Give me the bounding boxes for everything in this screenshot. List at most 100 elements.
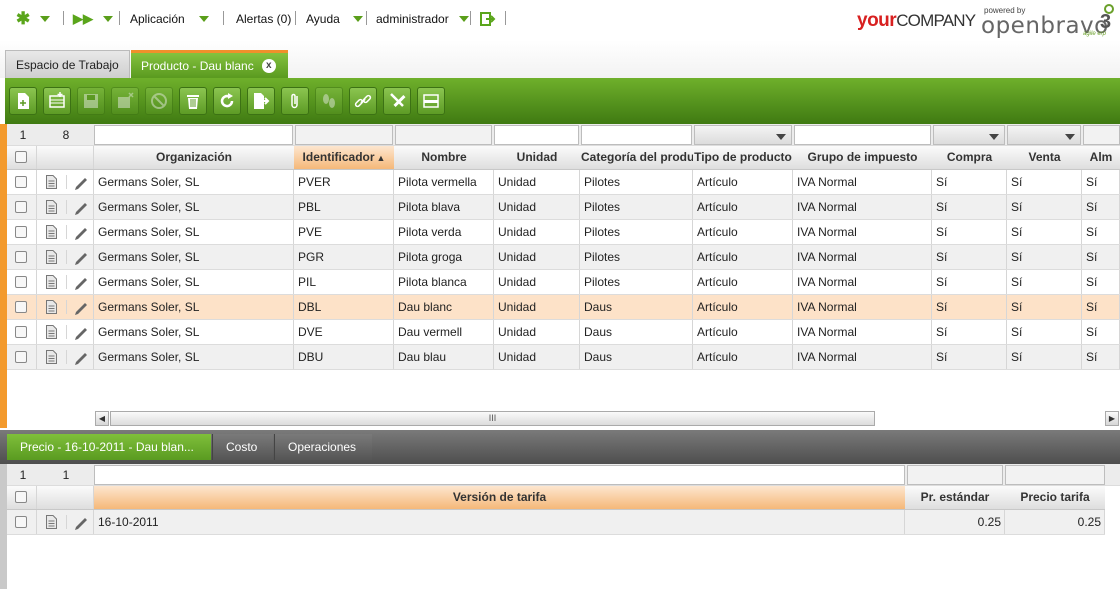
audit-trail-button[interactable] xyxy=(315,87,343,115)
new-document-button[interactable] xyxy=(9,87,37,115)
filter-precio-tarifa-input[interactable] xyxy=(1005,465,1105,485)
table-row[interactable]: Germans Soler, SL PIL Pilota blanca Unidad P… xyxy=(7,270,1120,295)
filter-pr-estandar-input[interactable] xyxy=(907,465,1003,485)
new-row-button[interactable] xyxy=(43,87,71,115)
workspace-menu-button[interactable]: ✱ xyxy=(16,9,51,28)
row-checkbox[interactable] xyxy=(15,276,27,288)
filter-grupo-impuesto-input[interactable] xyxy=(794,125,931,145)
row-checkbox[interactable] xyxy=(15,251,27,263)
new-document-icon xyxy=(18,93,29,109)
tab-precio[interactable]: Precio - 16-10-2011 - Dau blan... xyxy=(7,434,211,460)
filter-tipo-producto-select[interactable] xyxy=(694,125,792,145)
logout-button[interactable] xyxy=(480,10,496,28)
table-row[interactable]: Germans Soler, SL PVER Pilota vermella Unid… xyxy=(7,170,1120,195)
cell-nombre: Pilota groga xyxy=(398,250,463,264)
filter-venta-select[interactable] xyxy=(1007,125,1081,145)
table-row[interactable]: 16-10-2011 0.25 0.25 xyxy=(7,510,1105,535)
cell-identificador: DBL xyxy=(298,300,322,314)
filter-row: 1 8 xyxy=(7,124,1120,146)
scroll-left-icon[interactable]: ◀ xyxy=(95,411,109,426)
table-row[interactable]: Germans Soler, SL DBU Dau blau Unidad Daus Ar… xyxy=(7,345,1120,370)
close-tab-icon[interactable]: x xyxy=(261,58,276,73)
edit-pencil-icon[interactable] xyxy=(73,514,89,530)
row-checkbox[interactable] xyxy=(15,301,27,313)
fast-forward-icon: ▶▶ xyxy=(73,11,93,26)
open-record-icon[interactable] xyxy=(46,250,57,264)
open-record-icon[interactable] xyxy=(46,275,57,289)
link-button[interactable] xyxy=(349,87,377,115)
filter-nombre-input[interactable] xyxy=(395,125,492,145)
horizontal-scrollbar[interactable]: ◀ III ▶ xyxy=(95,411,1120,426)
tab-costo[interactable]: Costo xyxy=(212,434,273,460)
refresh-button[interactable] xyxy=(213,87,241,115)
table-row[interactable]: Germans Soler, SL PGR Pilota groga Unidad Pi… xyxy=(7,245,1120,270)
scrollbar-thumb[interactable]: III xyxy=(110,411,875,426)
quick-launch-button[interactable]: ▶▶ xyxy=(73,10,113,28)
column-header-alm[interactable]: Alm xyxy=(1082,146,1120,169)
tab-product[interactable]: Producto - Dau blanc x xyxy=(131,50,288,78)
open-record-icon[interactable] xyxy=(46,225,57,239)
table-row[interactable]: Germans Soler, SL DBL Dau blanc Unidad Daus A… xyxy=(7,295,1120,320)
export-button[interactable] xyxy=(247,87,275,115)
alerts-link[interactable]: Alertas (0) xyxy=(236,10,291,28)
filter-version-tarifa-input[interactable] xyxy=(94,465,905,485)
edit-pencil-icon[interactable] xyxy=(73,199,89,215)
row-checkbox[interactable] xyxy=(15,226,27,238)
row-checkbox[interactable] xyxy=(15,326,27,338)
table-row[interactable]: Germans Soler, SL PVE Pilota verda Unidad Pi… xyxy=(7,220,1120,245)
column-header-nombre[interactable]: Nombre xyxy=(394,146,494,169)
edit-pencil-icon[interactable] xyxy=(73,324,89,340)
save-button[interactable] xyxy=(77,87,105,115)
open-record-icon[interactable] xyxy=(46,515,57,529)
edit-pencil-icon[interactable] xyxy=(73,274,89,290)
row-checkbox[interactable] xyxy=(15,176,27,188)
open-record-icon[interactable] xyxy=(46,300,57,314)
table-row[interactable]: Germans Soler, SL PBL Pilota blava Unidad Pi… xyxy=(7,195,1120,220)
cell-identificador: DBU xyxy=(298,350,324,364)
column-header-grupo-impuesto[interactable]: Grupo de impuesto xyxy=(793,146,932,169)
tab-operaciones[interactable]: Operaciones xyxy=(274,434,372,460)
row-checkbox[interactable] xyxy=(15,201,27,213)
layout-button[interactable] xyxy=(417,87,445,115)
filter-identificador-input[interactable] xyxy=(295,125,393,145)
cancel-button[interactable] xyxy=(145,87,173,115)
open-record-icon[interactable] xyxy=(46,325,57,339)
edit-pencil-icon[interactable] xyxy=(73,224,89,240)
help-menu[interactable]: Ayuda xyxy=(306,10,363,28)
open-record-icon[interactable] xyxy=(46,200,57,214)
scroll-right-icon[interactable]: ▶ xyxy=(1105,411,1119,426)
edit-pencil-icon[interactable] xyxy=(73,299,89,315)
undo-button[interactable] xyxy=(111,87,139,115)
column-header-venta[interactable]: Venta xyxy=(1007,146,1082,169)
edit-pencil-icon[interactable] xyxy=(73,349,89,365)
subgrid-select-all-checkbox[interactable] xyxy=(15,491,27,503)
row-checkbox[interactable] xyxy=(15,516,27,528)
column-header-tipo-producto[interactable]: Tipo de producto xyxy=(693,146,793,169)
filter-alm-input[interactable] xyxy=(1083,125,1120,145)
column-header-organizacion[interactable]: Organización xyxy=(94,146,294,169)
filter-organizacion-input[interactable] xyxy=(94,125,293,145)
row-checkbox[interactable] xyxy=(15,351,27,363)
select-all-checkbox[interactable] xyxy=(15,151,27,163)
application-menu[interactable]: Aplicación xyxy=(130,10,209,28)
open-record-icon[interactable] xyxy=(46,350,57,364)
attachment-button[interactable] xyxy=(281,87,309,115)
column-header-unidad[interactable]: Unidad xyxy=(494,146,580,169)
edit-pencil-icon[interactable] xyxy=(73,249,89,265)
column-header-precio-tarifa[interactable]: Precio tarifa xyxy=(1005,486,1105,509)
open-record-icon[interactable] xyxy=(46,175,57,189)
edit-pencil-icon[interactable] xyxy=(73,174,89,190)
table-row[interactable]: Germans Soler, SL DVE Dau vermell Unidad Dau… xyxy=(7,320,1120,345)
user-menu[interactable]: administrador xyxy=(376,10,469,28)
filter-compra-select[interactable] xyxy=(933,125,1005,145)
column-header-categoria[interactable]: Categoría del product xyxy=(580,146,693,169)
delete-button[interactable] xyxy=(179,87,207,115)
tab-workspace[interactable]: Espacio de Trabajo xyxy=(5,50,130,78)
column-header-version-tarifa[interactable]: Versión de tarifa xyxy=(94,486,905,509)
tools-button[interactable] xyxy=(383,87,411,115)
column-header-identificador[interactable]: Identificador ▲ xyxy=(294,146,394,169)
filter-categoria-input[interactable] xyxy=(581,125,692,145)
column-header-pr-estandar[interactable]: Pr. estándar xyxy=(905,486,1005,509)
filter-unidad-input[interactable] xyxy=(494,125,579,145)
column-header-compra[interactable]: Compra xyxy=(932,146,1007,169)
